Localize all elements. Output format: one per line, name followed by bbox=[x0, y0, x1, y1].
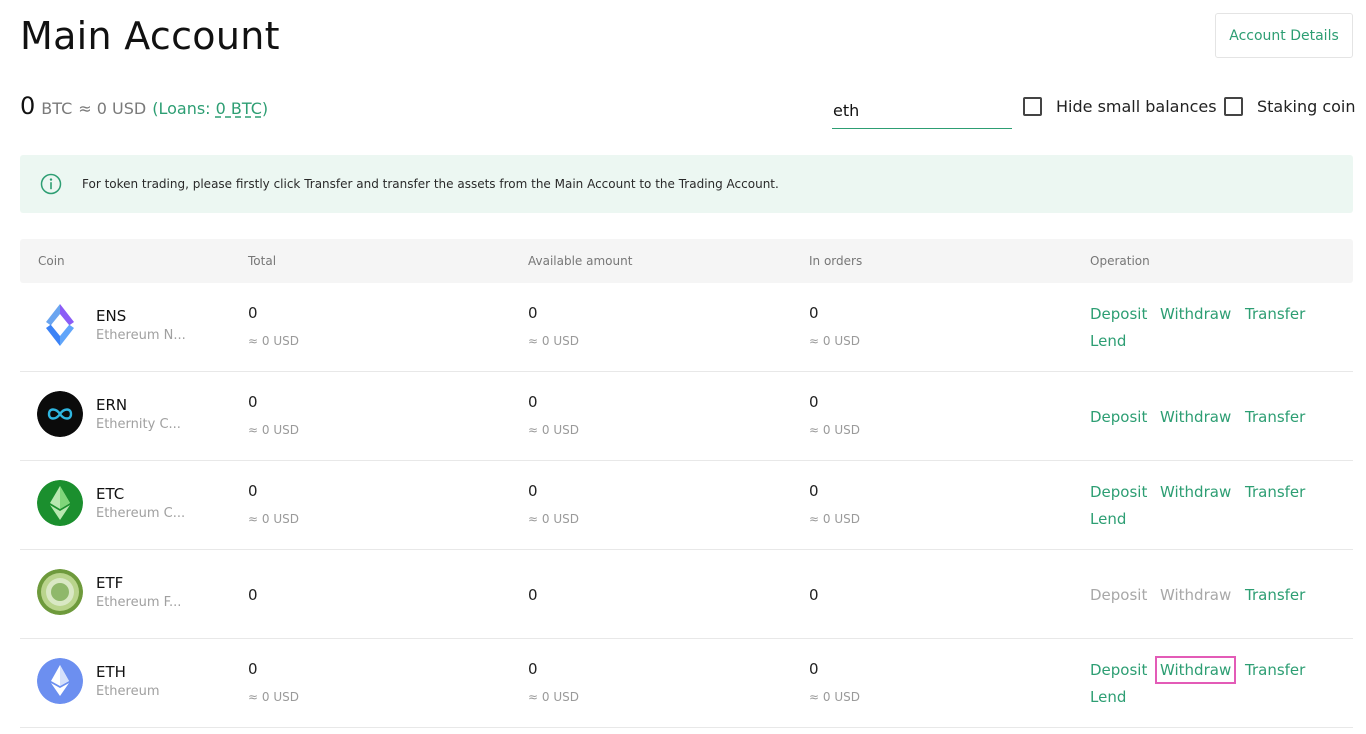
in-orders-value: 0 bbox=[809, 304, 819, 322]
in-orders-value: 0 bbox=[809, 660, 819, 678]
ens-logo-icon bbox=[37, 302, 83, 348]
available-value: 0 bbox=[528, 586, 538, 604]
balance-summary: 0 BTC ≈ 0 USD (Loans: 0 BTC) bbox=[20, 92, 268, 120]
deposit-link[interactable]: Deposit bbox=[1090, 305, 1147, 323]
total-usd: ≈ 0 USD bbox=[248, 512, 299, 526]
total-value: 0 bbox=[248, 304, 258, 322]
total-usd: ≈ 0 USD bbox=[248, 423, 299, 437]
deposit-link[interactable]: Deposit bbox=[1090, 408, 1147, 426]
deposit-link: Deposit bbox=[1090, 586, 1148, 604]
available-usd: ≈ 0 USD bbox=[528, 690, 579, 704]
coin-symbol: ETF bbox=[96, 574, 124, 592]
withdraw-link[interactable]: Withdraw bbox=[1160, 483, 1231, 501]
loans-value[interactable]: 0 BTC bbox=[216, 99, 262, 118]
total-value: 0 bbox=[248, 660, 258, 678]
info-icon bbox=[40, 173, 62, 195]
in-orders-usd: ≈ 0 USD bbox=[809, 423, 860, 437]
coin-name: Ethereum F... bbox=[96, 595, 182, 610]
balance-amount: 0 bbox=[20, 92, 36, 120]
checkbox-box[interactable] bbox=[1023, 97, 1042, 116]
transfer-link[interactable]: Transfer bbox=[1245, 586, 1305, 604]
table-row: ENS Ethereum N... 0 ≈ 0 USD 0 ≈ 0 USD 0 … bbox=[20, 283, 1353, 372]
deposit-link[interactable]: Deposit bbox=[1090, 661, 1147, 679]
available-usd: ≈ 0 USD bbox=[528, 334, 579, 348]
notice-text: For token trading, please firstly click … bbox=[82, 177, 779, 191]
withdraw-link[interactable]: Withdraw bbox=[1154, 656, 1237, 684]
available-usd: ≈ 0 USD bbox=[528, 423, 579, 437]
coin-name: Ethereum C... bbox=[96, 506, 186, 521]
transfer-link[interactable]: Transfer bbox=[1245, 408, 1305, 426]
etc-logo-icon bbox=[37, 480, 83, 526]
table-row: ETC Ethereum C... 0 ≈ 0 USD 0 ≈ 0 USD 0 … bbox=[20, 461, 1353, 550]
balance-unit: BTC bbox=[41, 99, 73, 118]
available-value: 0 bbox=[528, 304, 538, 322]
coin-search-input[interactable] bbox=[832, 88, 1012, 129]
in-orders-usd: ≈ 0 USD bbox=[809, 334, 860, 348]
lend-link[interactable]: Lend bbox=[1090, 688, 1126, 706]
loans-info: (Loans: 0 BTC) bbox=[152, 99, 268, 118]
coin-symbol: ETC bbox=[96, 485, 125, 503]
lend-link[interactable]: Lend bbox=[1090, 332, 1126, 350]
col-available: Available amount bbox=[528, 254, 633, 268]
available-value: 0 bbox=[528, 482, 538, 500]
withdraw-link[interactable]: Withdraw bbox=[1160, 305, 1231, 323]
hide-small-balances-label: Hide small balances bbox=[1056, 97, 1217, 116]
coin-name: Ethereum N... bbox=[96, 328, 186, 343]
in-orders-usd: ≈ 0 USD bbox=[809, 690, 860, 704]
loans-prefix: (Loans: bbox=[152, 99, 216, 118]
total-value: 0 bbox=[248, 586, 258, 604]
total-usd: ≈ 0 USD bbox=[248, 334, 299, 348]
etf-logo-icon bbox=[37, 569, 83, 615]
coin-symbol: ERN bbox=[96, 396, 128, 414]
in-orders-value: 0 bbox=[809, 393, 819, 411]
total-value: 0 bbox=[248, 393, 258, 411]
loans-suffix: ) bbox=[261, 99, 269, 118]
in-orders-usd: ≈ 0 USD bbox=[809, 512, 860, 526]
total-usd: ≈ 0 USD bbox=[248, 690, 299, 704]
withdraw-link[interactable]: Withdraw bbox=[1160, 408, 1231, 426]
info-notice: For token trading, please firstly click … bbox=[20, 155, 1353, 213]
coin-name: Ethernity C... bbox=[96, 417, 181, 432]
lend-link[interactable]: Lend bbox=[1090, 510, 1126, 528]
available-value: 0 bbox=[528, 660, 538, 678]
staking-coin-checkbox[interactable]: Staking coin bbox=[1224, 97, 1356, 116]
transfer-link[interactable]: Transfer bbox=[1245, 305, 1305, 323]
coin-name: Ethereum bbox=[96, 684, 160, 699]
total-value: 0 bbox=[248, 482, 258, 500]
col-operation: Operation bbox=[1090, 254, 1150, 268]
deposit-link[interactable]: Deposit bbox=[1090, 483, 1147, 501]
col-total: Total bbox=[248, 254, 277, 268]
col-coin: Coin bbox=[38, 254, 65, 268]
col-in-orders: In orders bbox=[809, 254, 863, 268]
coin-symbol: ENS bbox=[96, 307, 127, 325]
staking-coin-label: Staking coin bbox=[1257, 97, 1356, 116]
transfer-link[interactable]: Transfer bbox=[1245, 661, 1305, 679]
page-title: Main Account bbox=[20, 14, 280, 58]
in-orders-value: 0 bbox=[809, 482, 819, 500]
ern-logo-icon bbox=[37, 391, 83, 437]
withdraw-link: Withdraw bbox=[1160, 586, 1232, 604]
coin-symbol: ETH bbox=[96, 663, 126, 681]
table-row: ETF Ethereum F... 0 0 0 Deposit Withdraw… bbox=[20, 550, 1353, 639]
in-orders-value: 0 bbox=[809, 586, 819, 604]
table-row: ERN Ethernity C... 0 ≈ 0 USD 0 ≈ 0 USD 0… bbox=[20, 372, 1353, 461]
available-usd: ≈ 0 USD bbox=[528, 512, 579, 526]
transfer-link[interactable]: Transfer bbox=[1245, 483, 1305, 501]
hide-small-balances-checkbox[interactable]: Hide small balances bbox=[1023, 97, 1217, 116]
table-row: ETH Ethereum 0 ≈ 0 USD 0 ≈ 0 USD 0 ≈ 0 U… bbox=[20, 639, 1353, 728]
balance-usd: ≈ 0 USD bbox=[78, 99, 147, 118]
checkbox-box[interactable] bbox=[1224, 97, 1243, 116]
table-header: Coin Total Available amount In orders Op… bbox=[20, 239, 1353, 283]
available-value: 0 bbox=[528, 393, 538, 411]
account-details-button[interactable]: Account Details bbox=[1215, 13, 1353, 58]
eth-logo-icon bbox=[37, 658, 83, 704]
